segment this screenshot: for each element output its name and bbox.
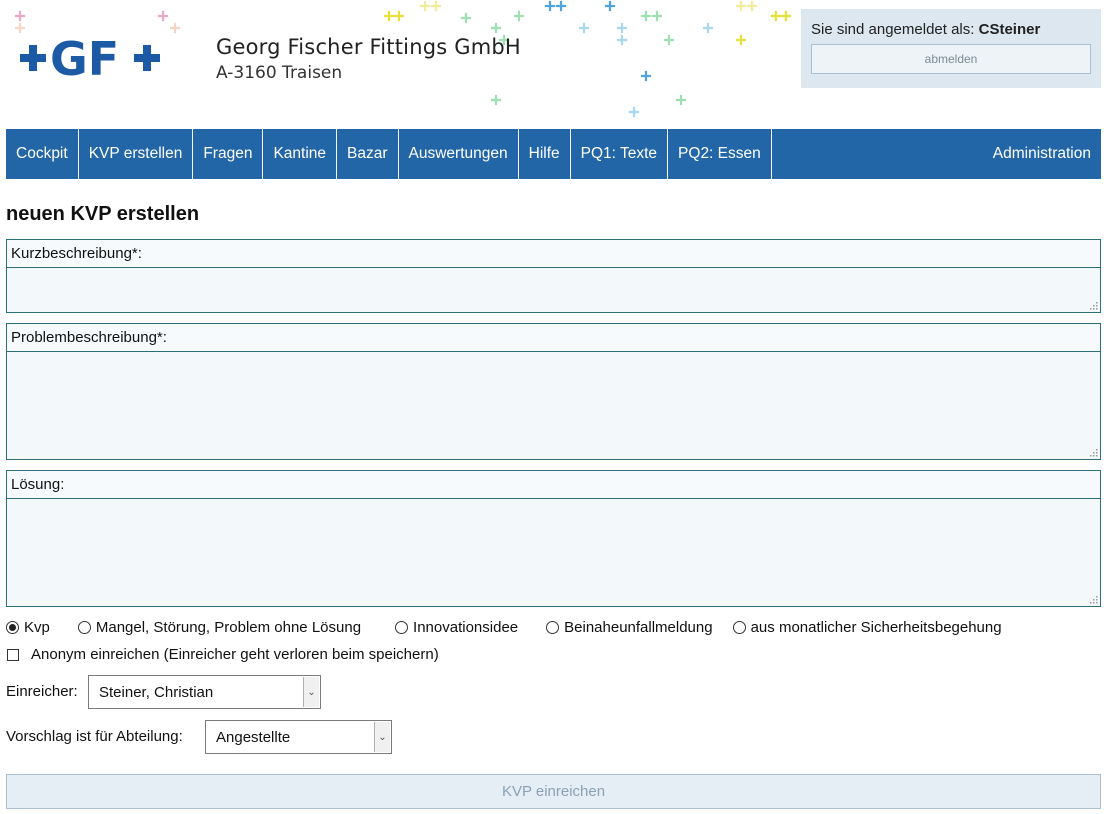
- anonymous-checkbox-row[interactable]: Anonym einreichen (Einreicher geht verlo…: [6, 646, 439, 663]
- nav-item-cockpit[interactable]: Cockpit: [6, 129, 79, 179]
- radio-innovationsidee[interactable]: Innovationsidee: [395, 619, 518, 636]
- logout-button[interactable]: abmelden: [811, 44, 1091, 74]
- page-title: neuen KVP erstellen: [6, 203, 200, 225]
- nav-item-kantine[interactable]: Kantine: [263, 129, 338, 179]
- short-description-field: Kurzbeschreibung*:: [6, 239, 1101, 313]
- nav-item-pq1-texte[interactable]: PQ1: Texte: [571, 129, 669, 179]
- problem-description-label: Problembeschreibung*:: [7, 324, 1100, 352]
- company-block: Georg Fischer Fittings GmbH A-3160 Trais…: [216, 35, 521, 83]
- department-value: Angestellte: [216, 728, 291, 746]
- radio-beinaheunfallmeldung-label: Beinaheunfallmeldung: [564, 619, 713, 636]
- short-description-label: Kurzbeschreibung*:: [7, 240, 1100, 268]
- radio-beinaheunfallmeldung-dot[interactable]: [546, 621, 560, 634]
- nav-item-kvp-erstellen[interactable]: KVP erstellen: [79, 129, 194, 179]
- nav-item-pq2-essen[interactable]: PQ2: Essen: [668, 129, 772, 179]
- department-select[interactable]: Angestellte ⌄: [205, 720, 392, 754]
- problem-description-field: Problembeschreibung*:: [6, 323, 1101, 460]
- radio-kvp-label: Kvp: [24, 619, 50, 636]
- radio-innovationsidee-label: Innovationsidee: [413, 619, 519, 636]
- submit-kvp-button[interactable]: KVP einreichen: [6, 774, 1101, 809]
- login-user: CSteiner: [978, 21, 1041, 38]
- login-box: Sie sind angemeldet als: CSteiner abmeld…: [801, 9, 1101, 88]
- radio-beinaheunfallmeldung[interactable]: Beinaheunfallmeldung: [546, 619, 713, 636]
- radio-sicherheitsbegehung-label: aus monatlicher Sicherheitsbegehung: [750, 619, 1002, 636]
- resize-grip-icon[interactable]: [1090, 449, 1098, 457]
- solution-input[interactable]: [7, 499, 1100, 606]
- gf-logo: GF: [20, 36, 160, 80]
- radio-mangel[interactable]: Mangel, Störung, Problem ohne Lösung: [77, 619, 362, 636]
- header: GF Georg Fischer Fittings GmbH A-3160 Tr…: [0, 0, 1108, 128]
- solution-label: Lösung:: [7, 471, 1100, 499]
- nav-item-hilfe[interactable]: Hilfe: [519, 129, 571, 179]
- radio-sicherheitsbegehung-dot[interactable]: [732, 621, 746, 634]
- login-status: Sie sind angemeldet als: CSteiner: [811, 21, 1040, 38]
- main-nav: Cockpit KVP erstellen Fragen Kantine Baz…: [6, 129, 1101, 179]
- radio-mangel-dot[interactable]: [77, 621, 91, 634]
- resize-grip-icon[interactable]: [1090, 302, 1098, 310]
- radio-kvp[interactable]: Kvp: [6, 619, 50, 636]
- radio-kvp-dot[interactable]: [6, 621, 19, 634]
- company-name: Georg Fischer Fittings GmbH: [216, 35, 521, 59]
- chevron-down-icon[interactable]: ⌄: [303, 677, 319, 707]
- radio-innovationsidee-dot[interactable]: [395, 621, 409, 634]
- anonymous-label: Anonym einreichen (Einreicher geht verlo…: [31, 646, 439, 663]
- nav-item-administration[interactable]: Administration: [983, 129, 1101, 179]
- anonymous-checkbox[interactable]: [7, 648, 19, 661]
- radio-mangel-label: Mangel, Störung, Problem ohne Lösung: [95, 619, 362, 636]
- login-prefix: Sie sind angemeldet als:: [811, 21, 975, 38]
- logo-text: GF: [50, 36, 119, 80]
- company-address: A-3160 Traisen: [216, 63, 343, 83]
- kvp-type-radio-group: Kvp Mangel, Störung, Problem ohne Lösung…: [6, 619, 1002, 636]
- chevron-down-icon[interactable]: ⌄: [374, 722, 390, 752]
- nav-item-auswertungen[interactable]: Auswertungen: [399, 129, 519, 179]
- submitter-value: Steiner, Christian: [99, 683, 214, 701]
- nav-item-fragen[interactable]: Fragen: [193, 129, 264, 179]
- radio-sicherheitsbegehung[interactable]: aus monatlicher Sicherheitsbegehung: [732, 619, 1002, 636]
- solution-field: Lösung:: [6, 470, 1101, 607]
- problem-description-input[interactable]: [7, 352, 1100, 459]
- submitter-select[interactable]: Steiner, Christian ⌄: [88, 675, 321, 709]
- short-description-input[interactable]: [7, 268, 1100, 312]
- department-label: Vorschlag ist für Abteilung:: [6, 728, 183, 745]
- nav-item-bazar[interactable]: Bazar: [337, 129, 399, 179]
- resize-grip-icon[interactable]: [1090, 596, 1098, 604]
- submitter-label: Einreicher:: [6, 683, 78, 700]
